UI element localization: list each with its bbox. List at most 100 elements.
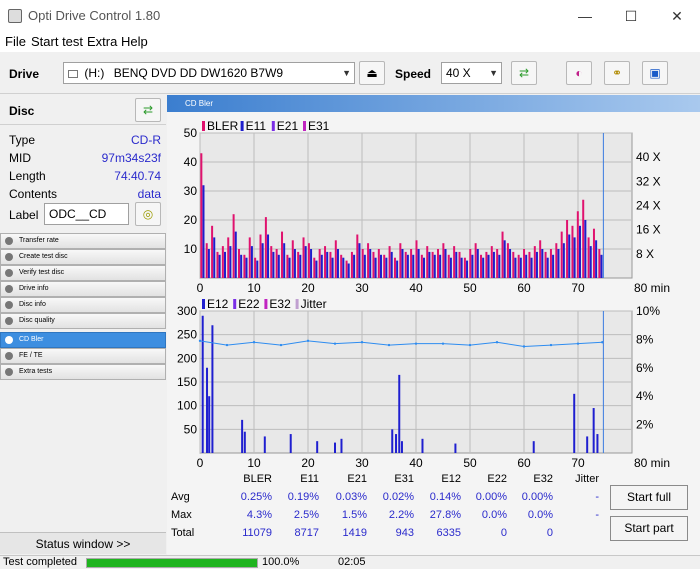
window-title: Opti Drive Control 1.80 <box>28 8 161 23</box>
legend-swatch <box>295 299 299 309</box>
stats-row-label: Max <box>171 509 192 521</box>
y2-tick-label: 2% <box>636 418 654 432</box>
drive-name: BENQ DVD DD DW1620 B7W9 <box>113 66 284 80</box>
legend-label: BLER <box>207 119 239 133</box>
drive-icon <box>68 69 78 78</box>
y2-tick-label: 4% <box>636 389 654 403</box>
maximize-button[interactable]: ☐ <box>608 0 654 32</box>
disc-heading: Disc <box>9 104 35 118</box>
y2-tick-label: 10% <box>636 304 660 318</box>
y-tick-label: 50 <box>184 126 198 140</box>
y-tick-label: 150 <box>177 375 197 389</box>
erase-button[interactable]: ◐ <box>566 61 592 85</box>
disc-refresh-button[interactable]: ⇄ <box>135 98 161 122</box>
nav-disc-quality[interactable]: Disc quality <box>0 313 166 329</box>
legend-label: E11 <box>246 119 267 133</box>
legend-label: E31 <box>308 119 330 133</box>
menu-start-test[interactable]: Start test <box>31 34 83 49</box>
bler-chart: 0 10 20 30 40 50 60 70 80 min10203040508 X16 X24… <box>184 119 670 295</box>
refresh-speed-button[interactable]: ⇄ <box>511 61 537 85</box>
minimize-button[interactable]: — <box>562 0 608 32</box>
disc-header: Disc ⇄ <box>0 95 166 125</box>
x-unit-label: 80 min <box>634 456 670 470</box>
stats-row-label: Avg <box>171 491 190 503</box>
progress-fill <box>87 559 257 567</box>
verify-disc-icon <box>5 269 13 277</box>
save-icon: ▣ <box>649 66 661 80</box>
y2-tick-label: 32 X <box>636 174 661 188</box>
speed-select[interactable]: 40 X ▼ <box>441 62 502 84</box>
refresh-icon: ⇄ <box>518 66 530 80</box>
legend-label: E22 <box>238 297 260 311</box>
x-tick-label: 60 <box>517 456 531 470</box>
elapsed-time: 02:05 <box>338 556 366 568</box>
stats-cell: - <box>595 491 599 503</box>
title-bar: Opti Drive Control 1.80 — ☐ ✕ <box>0 0 700 32</box>
nav-label: Disc quality <box>19 317 55 324</box>
close-button[interactable]: ✕ <box>654 0 700 32</box>
menu-file[interactable]: File <box>5 34 26 49</box>
y-tick-label: 300 <box>177 304 197 318</box>
y-tick-label: 200 <box>177 351 197 365</box>
nav-verify-test-disc[interactable]: Verify test disc <box>0 265 166 281</box>
stats-table: BLER E11 E21 E31 E12 E22 E32 Jitter Avg 0.25% 0.19… <box>167 471 607 555</box>
transfer-rate-icon <box>5 237 13 245</box>
legend-swatch <box>202 299 205 309</box>
legend-swatch <box>264 299 268 309</box>
disc-mid-key: MID <box>9 151 31 165</box>
y2-tick-label: 40 X <box>636 150 661 164</box>
nav-fe-te[interactable]: FE / TE <box>0 348 166 364</box>
copy-icon: ⚭ <box>611 66 623 80</box>
chevron-down-icon: ▼ <box>489 68 498 78</box>
y2-tick-label: 24 X <box>636 199 661 213</box>
y2-tick-label: 8% <box>636 332 654 346</box>
drive-info-icon <box>5 285 13 293</box>
disc-label-input[interactable]: ODC__CD <box>44 203 129 225</box>
drive-select[interactable]: (H:) BENQ DVD DD DW1620 B7W9 ▼ <box>63 62 355 84</box>
legend-swatch <box>240 121 244 131</box>
nav-create-test-disc[interactable]: Create test disc <box>0 249 166 265</box>
y2-tick-label: 8 X <box>636 247 654 261</box>
disc-label-button[interactable]: ◎ <box>135 202 161 226</box>
progress-bar <box>86 558 258 568</box>
x-tick-label: 0 <box>197 456 204 470</box>
eject-button[interactable]: ⏏ <box>359 61 385 85</box>
menu-extra[interactable]: Extra <box>87 34 117 49</box>
nav-label: Extra tests <box>19 368 53 375</box>
disc-info-icon <box>5 301 13 309</box>
start-full-button[interactable]: Start full <box>610 485 688 510</box>
panel-header: CD Bler <box>167 95 700 112</box>
copy-button[interactable]: ⚭ <box>604 61 630 85</box>
menu-help[interactable]: Help <box>121 34 148 49</box>
sidebar: Disc ⇄ Type CD-R MID 97m34s23f Length 74… <box>0 95 166 555</box>
save-button[interactable]: ▣ <box>642 61 668 85</box>
disc-quality-icon <box>5 317 13 325</box>
y-tick-label: 50 <box>184 422 198 436</box>
nav-extra-tests[interactable]: Extra tests <box>0 364 166 380</box>
refresh-icon: ⇄ <box>142 103 154 117</box>
x-tick-label: 30 <box>355 456 369 470</box>
disc-mid-row: MID 97m34s23f <box>9 151 161 169</box>
edit-icon: ◎ <box>142 207 154 221</box>
create-disc-icon <box>5 253 13 261</box>
menu-bar: File Start test Extra Help <box>0 32 700 52</box>
stats-row-label: Total <box>171 527 195 539</box>
eject-icon: ⏏ <box>366 66 378 80</box>
disc-type-value: CD-R <box>131 133 161 147</box>
nav-cd-bler[interactable]: CD Bler <box>0 332 166 348</box>
y-tick-label: 10 <box>184 242 198 256</box>
y-tick-label: 250 <box>177 328 197 342</box>
status-bar: Test completed 100.0% 02:05 <box>0 555 700 569</box>
status-window-button[interactable]: Status window >> <box>0 532 166 554</box>
stats-cell: 0 <box>546 527 553 539</box>
legend-swatch <box>271 121 275 131</box>
disc-length-key: Length <box>9 169 46 183</box>
drive-letter: (H:) <box>84 66 105 80</box>
start-part-button[interactable]: Start part <box>610 516 688 541</box>
nav-disc-info[interactable]: Disc info <box>0 297 166 313</box>
nav-transfer-rate[interactable]: Transfer rate <box>0 233 166 249</box>
nav-drive-info[interactable]: Drive info <box>0 281 166 297</box>
cd-bler-icon <box>5 336 13 344</box>
panel-title: CD Bler <box>185 99 214 108</box>
legend-label: Jitter <box>301 297 327 311</box>
